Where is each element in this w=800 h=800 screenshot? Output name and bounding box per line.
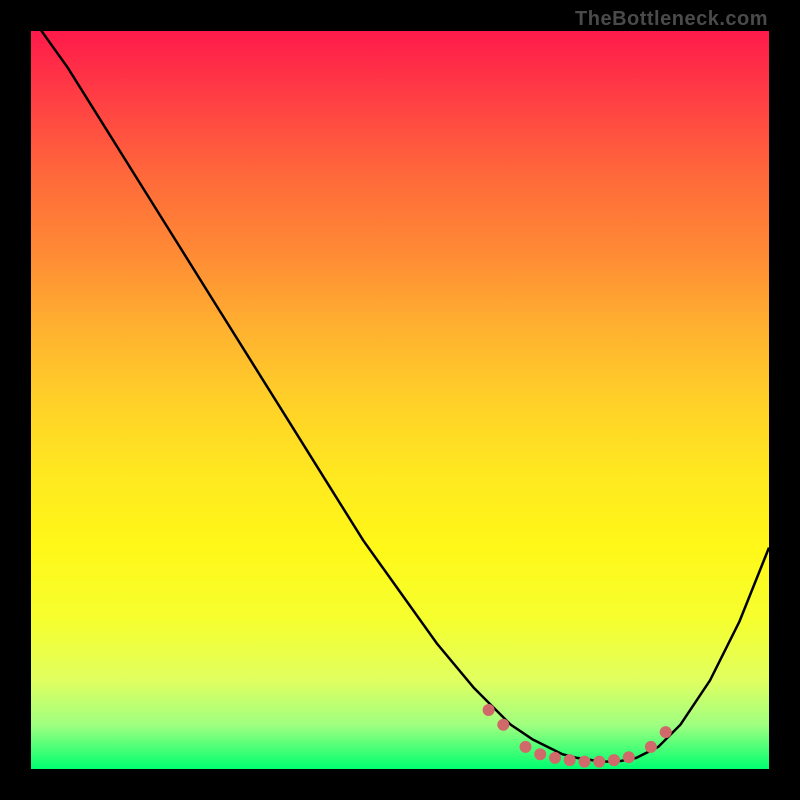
bottleneck-curve (31, 31, 769, 769)
watermark-text: TheBottleneck.com (575, 8, 768, 31)
curve-dot (483, 704, 495, 716)
curve-dot (534, 748, 546, 760)
curve-dot (497, 719, 509, 731)
curve-dot (645, 741, 657, 753)
curve-dot (564, 754, 576, 766)
curve-dot (593, 756, 605, 768)
curve-dot (520, 741, 532, 753)
curve-dot (579, 756, 591, 768)
curve-dot (608, 754, 620, 766)
curve-dot (549, 752, 561, 764)
curve-dot (660, 726, 672, 738)
curve-dot (623, 751, 635, 763)
